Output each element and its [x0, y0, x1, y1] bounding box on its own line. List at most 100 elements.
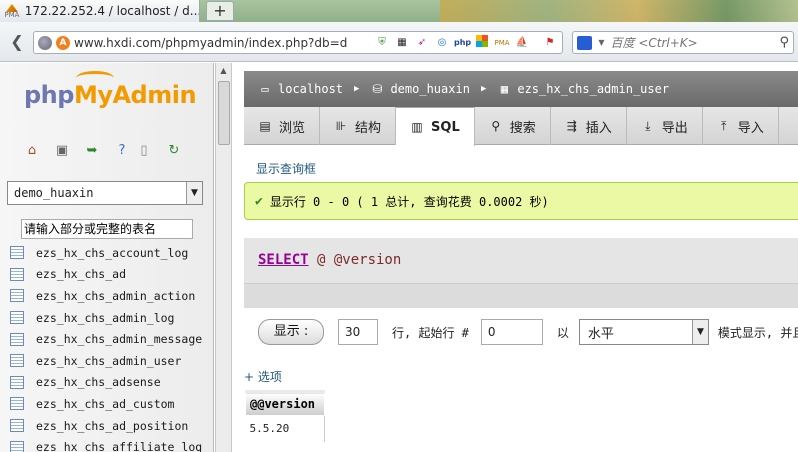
mode-prefix-label: 以 [556, 325, 569, 340]
sql-icon: ▥ [411, 120, 423, 134]
refresh-icon[interactable]: ↻ [166, 143, 182, 159]
sail-icon[interactable]: ⛵ [514, 35, 530, 51]
table-name[interactable]: ezs_hx_chs_admin_action [36, 289, 195, 303]
chevron-down-icon[interactable]: ▼ [186, 182, 202, 204]
show-button[interactable]: 显示 : [258, 319, 324, 345]
search-input[interactable] [610, 35, 774, 50]
tab-label: 插入 [585, 120, 612, 136]
tab-search[interactable]: ⚲ 搜索 [475, 107, 551, 145]
table-icon[interactable] [10, 419, 24, 433]
scroll-up-icon[interactable]: ▲ [216, 63, 231, 79]
browser-tab[interactable]: PMA 172.22.252.4 / localhost / d... [0, 0, 200, 22]
rows-count-input[interactable]: 30 [338, 319, 378, 345]
table-name[interactable]: ezs_hx_chs_account_log [36, 246, 188, 260]
tab-insert[interactable]: ⇶ 插入 [551, 107, 627, 145]
pma-favicon-icon: PMA [4, 3, 20, 19]
table-name[interactable]: ezs_hx_chs_ad_position [36, 419, 188, 433]
table-name[interactable]: ezs_hx_chs_admin_message [36, 332, 202, 346]
sql-keyword[interactable]: SELECT [258, 252, 309, 268]
table-list-item[interactable]: ezs_hx_chs_affiliate_log [10, 436, 213, 452]
table-icon[interactable] [10, 289, 24, 303]
table-icon[interactable] [10, 332, 24, 346]
table-icon[interactable] [10, 311, 24, 325]
start-row-input[interactable]: 0 [480, 319, 543, 345]
browser-window: PMA 172.22.252.4 / localhost / d... + ❮ … [0, 0, 798, 452]
left-pane-scrollbar[interactable]: ▲ [215, 63, 232, 452]
table-row: 5.5.20 [245, 415, 325, 442]
chevron-down-icon[interactable]: ▼ [691, 320, 708, 344]
url-text: www.hxdi.com/phpmyadmin/index.php?db=d [74, 35, 348, 50]
home-icon[interactable]: ⌂ [24, 143, 40, 159]
checkmark-icon: ✔ [255, 193, 263, 209]
breadcrumb-separator-icon: ▶ [480, 84, 487, 94]
breadcrumb-database[interactable]: demo_huaxin [390, 82, 469, 96]
server-icon: ▭ [261, 82, 269, 96]
tab-export[interactable]: ⤓ 导出 [627, 107, 703, 145]
query-window-icon[interactable]: ➥ [84, 143, 100, 159]
table-name[interactable]: ezs_hx_chs_ad [36, 267, 126, 281]
help-icon[interactable]: ? [114, 143, 130, 159]
table-icon[interactable] [10, 397, 24, 411]
breadcrumb-table[interactable]: ezs_hx_chs_admin_user [517, 82, 669, 96]
scroll-thumb[interactable] [218, 81, 230, 145]
feather-icon[interactable]: ➶ [414, 35, 430, 51]
table-list-item[interactable]: ezs_hx_chs_admin_message [10, 328, 213, 350]
php-icon[interactable]: php [454, 35, 471, 51]
result-column-header[interactable]: @@version [245, 390, 325, 416]
structure-icon: ⊪ [335, 119, 347, 133]
options-link[interactable]: + 选项 [244, 368, 282, 385]
tab-label: 浏览 [279, 120, 306, 136]
tab-label: 导出 [661, 120, 688, 136]
mode-suffix-label: 模式显示, 并且 [717, 325, 798, 340]
display-mode-value: 水平 [587, 326, 614, 342]
table-list-item[interactable]: ezs_hx_chs_ad_custom [10, 393, 213, 415]
table-list-item[interactable]: ezs_hx_chs_account_log [10, 242, 213, 264]
database-select[interactable]: demo_huaxin ▼ [7, 181, 203, 205]
docs-icon[interactable]: ▯ [136, 143, 152, 159]
logout-icon[interactable]: ▣ [54, 143, 70, 159]
new-tab-button[interactable]: + [206, 1, 234, 21]
table-icon: ▦ [500, 82, 508, 96]
table-list-item[interactable]: ezs_hx_chs_adsense [10, 372, 213, 394]
windows-icon[interactable] [474, 35, 490, 51]
table-icon[interactable] [10, 440, 24, 452]
swirl-icon[interactable]: ◎ [434, 35, 450, 51]
table-list-item[interactable]: ezs_hx_chs_admin_action [10, 285, 213, 307]
table-name[interactable]: ezs_hx_chs_affiliate_log [36, 440, 202, 452]
engine-dropdown-icon[interactable]: ▼ [598, 38, 604, 47]
table-name[interactable]: ezs_hx_chs_admin_user [36, 354, 181, 368]
table-name[interactable]: ezs_hx_chs_adsense [36, 375, 161, 389]
tab-sql[interactable]: ▥ SQL [396, 107, 475, 146]
result-table: @@version 5.5.20 [245, 390, 325, 442]
database-icon: ⛁ [372, 82, 383, 96]
magnifier-icon[interactable]: ⚲ [779, 35, 789, 50]
pma-addon-icon[interactable]: PMA [494, 35, 510, 51]
table-list-item[interactable]: ezs_hx_chs_admin_user [10, 350, 213, 372]
display-mode-select[interactable]: 水平 ▼ [578, 319, 709, 345]
phpmyadmin-logo[interactable]: phpMyAdmin [24, 81, 197, 109]
browser-tab-bar: PMA 172.22.252.4 / localhost / d... + [0, 0, 798, 22]
tab-import[interactable]: ⤒ 导入 [703, 107, 779, 145]
qr-code-icon[interactable]: ▦ [394, 35, 410, 51]
table-icon[interactable] [10, 354, 24, 368]
tab-browse[interactable]: ▤ 浏览 [244, 107, 321, 145]
table-icon[interactable] [10, 267, 24, 281]
table-list-item[interactable]: ezs_hx_chs_ad [10, 264, 213, 286]
url-bar[interactable]: A www.hxdi.com/phpmyadmin/index.php?db=d… [33, 31, 563, 54]
table-icon[interactable] [10, 375, 24, 389]
breadcrumb-server[interactable]: localhost [278, 82, 343, 96]
flag-icon[interactable]: ⚑ [542, 35, 558, 51]
table-name[interactable]: ezs_hx_chs_ad_custom [36, 397, 174, 411]
table-filter-input[interactable]: 请输入部分或完整的表名 [21, 219, 193, 239]
search-bar[interactable]: 🐾 ▼ ⚲ [572, 31, 794, 54]
shield-icon[interactable]: ⛨ [374, 35, 390, 51]
table-list-item[interactable]: ezs_hx_chs_ad_position [10, 415, 213, 437]
back-arrow-icon[interactable]: ❮ [4, 30, 30, 54]
table-name[interactable]: ezs_hx_chs_admin_log [36, 311, 174, 325]
table-list-item[interactable]: ezs_hx_chs_admin_log [10, 307, 213, 329]
tab-structure[interactable]: ⊪ 结构 [320, 107, 397, 145]
browser-tab-title: 172.22.252.4 / localhost / d... [24, 4, 199, 18]
tab-label: SQL [431, 119, 460, 135]
table-icon[interactable] [10, 246, 24, 260]
show-query-box-link[interactable]: 显示查询框 [256, 160, 316, 177]
